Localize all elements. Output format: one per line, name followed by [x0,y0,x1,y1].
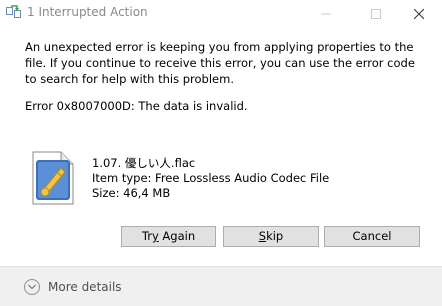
file-name: 1.07. 優しい人.flac [92,156,196,170]
window-title: 1 Interrupted Action [27,5,148,19]
close-button[interactable] [396,0,442,26]
skip-suffix: kip [266,229,284,243]
file-details: 1.07. 優しい人.flac Item type: Free Lossless… [92,156,329,201]
error-code: Error 0x8007000D: The data is invalid. [25,99,248,113]
close-icon [413,4,425,23]
try-again-button[interactable]: Try Again [121,226,216,247]
interrupted-action-dialog: 1 Interrupted Action An unexpected error… [0,0,442,306]
file-transfer-icon [6,4,22,20]
minimize-button[interactable] [303,0,349,26]
try-again-accelerator: y [151,229,159,243]
audio-file-icon [31,150,75,206]
skip-accelerator: S [258,229,267,243]
maximize-icon [371,4,381,23]
file-size: Size: 46,4 MB [92,186,171,200]
dialog-footer: More details [0,266,442,306]
try-again-prefix: Tr [141,229,152,243]
skip-button[interactable]: Skip [223,226,319,247]
maximize-button[interactable] [353,0,399,26]
try-again-suffix: Again [158,229,196,243]
more-details-link[interactable]: More details [48,279,122,295]
title-bar[interactable]: 1 Interrupted Action [0,0,442,26]
chevron-down-icon[interactable] [24,279,40,295]
cancel-button[interactable]: Cancel [324,226,420,247]
error-message: An unexpected error is keeping you from … [25,40,415,86]
file-type: Item type: Free Lossless Audio Codec Fil… [92,171,330,185]
minimize-icon [321,4,331,23]
